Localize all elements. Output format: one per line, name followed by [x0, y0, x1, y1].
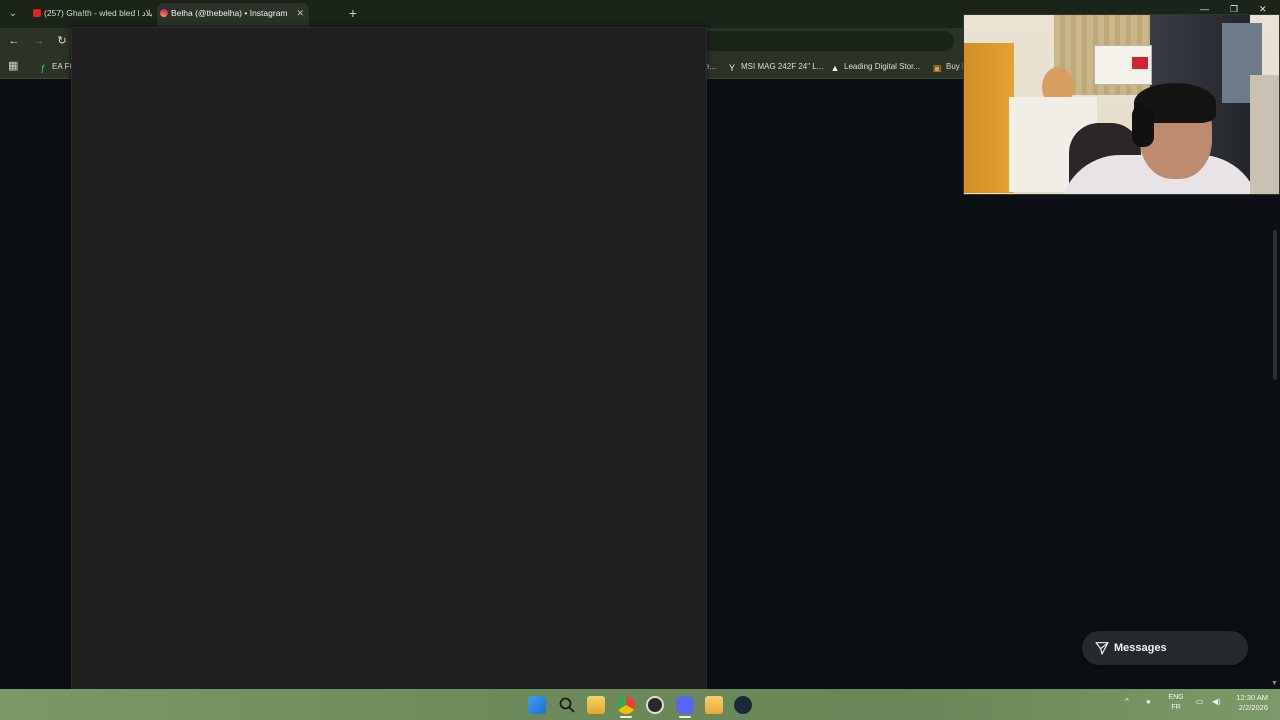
- overlay-panel: [71, 27, 707, 692]
- discord-running-indicator: [679, 716, 691, 718]
- new-tab-button[interactable]: +: [346, 5, 360, 21]
- youtube-icon: [33, 9, 41, 17]
- tab-title: Belha (@thebelha) • Instagram: [171, 8, 288, 18]
- send-icon: [1095, 642, 1109, 655]
- file-explorer-icon[interactable]: [587, 696, 605, 714]
- bookmark-digital-store[interactable]: ▲ Leading Digital Stor...: [830, 59, 924, 74]
- ea-fc-icon: ƒ: [40, 63, 46, 73]
- bookmark-ea-fc[interactable]: ƒ EA FC: [38, 59, 74, 74]
- obs-icon[interactable]: [646, 696, 664, 714]
- close-tab-icon[interactable]: ✕: [296, 3, 304, 24]
- webcam-overlay: [963, 14, 1280, 195]
- messages-button[interactable]: Messages: [1082, 631, 1248, 665]
- shop-icon: ▣: [932, 63, 942, 73]
- windows-start-icon[interactable]: [528, 696, 546, 714]
- microphone-icon[interactable]: ●: [1146, 697, 1151, 706]
- windows-taskbar: ^ ● ENG FR ▭ ◀) 12:30 AM 2/2/2026: [0, 689, 1280, 720]
- chrome-icon[interactable]: [617, 696, 635, 714]
- search-icon[interactable]: [558, 696, 576, 714]
- tab-title: (257) Gha!th - wled bled l بلاد: [44, 8, 152, 18]
- reload-button[interactable]: ↻: [54, 33, 70, 49]
- instagram-icon: [160, 9, 168, 17]
- scrollbar-thumb[interactable]: [1273, 230, 1277, 380]
- tab-youtube[interactable]: (257) Gha!th - wled bled l بلاد: [30, 3, 152, 28]
- tab-instagram[interactable]: Belha (@thebelha) • Instagram ✕: [157, 3, 309, 28]
- system-clock[interactable]: 12:30 AM 2/2/2026: [1228, 693, 1268, 713]
- back-button[interactable]: ←: [6, 33, 22, 49]
- tray-overflow-chevron-icon[interactable]: ^: [1125, 697, 1129, 706]
- tab-search-chevron-icon[interactable]: ⌄: [4, 5, 22, 23]
- steam-icon[interactable]: [734, 696, 752, 714]
- minimize-icon[interactable]: —: [1200, 4, 1209, 14]
- messages-label: Messages: [1114, 642, 1167, 654]
- chrome-running-indicator: [620, 716, 632, 718]
- language-indicator[interactable]: ENG FR: [1166, 693, 1186, 713]
- notes-icon[interactable]: [705, 696, 723, 714]
- volume-icon[interactable]: ◀): [1212, 697, 1221, 706]
- scroll-down-icon[interactable]: ▼: [1271, 680, 1278, 687]
- bookmark-buy[interactable]: ▣ Buy I: [932, 59, 966, 74]
- bookmark-msi-monitor[interactable]: Y MSI MAG 242F 24" L...: [727, 59, 825, 74]
- msi-icon: Y: [728, 63, 735, 73]
- store-icon: ▲: [830, 63, 840, 73]
- network-icon[interactable]: ▭: [1196, 697, 1204, 706]
- discord-icon[interactable]: [676, 696, 694, 714]
- apps-grid-icon[interactable]: ▦: [8, 60, 20, 72]
- forward-button[interactable]: →: [31, 33, 47, 49]
